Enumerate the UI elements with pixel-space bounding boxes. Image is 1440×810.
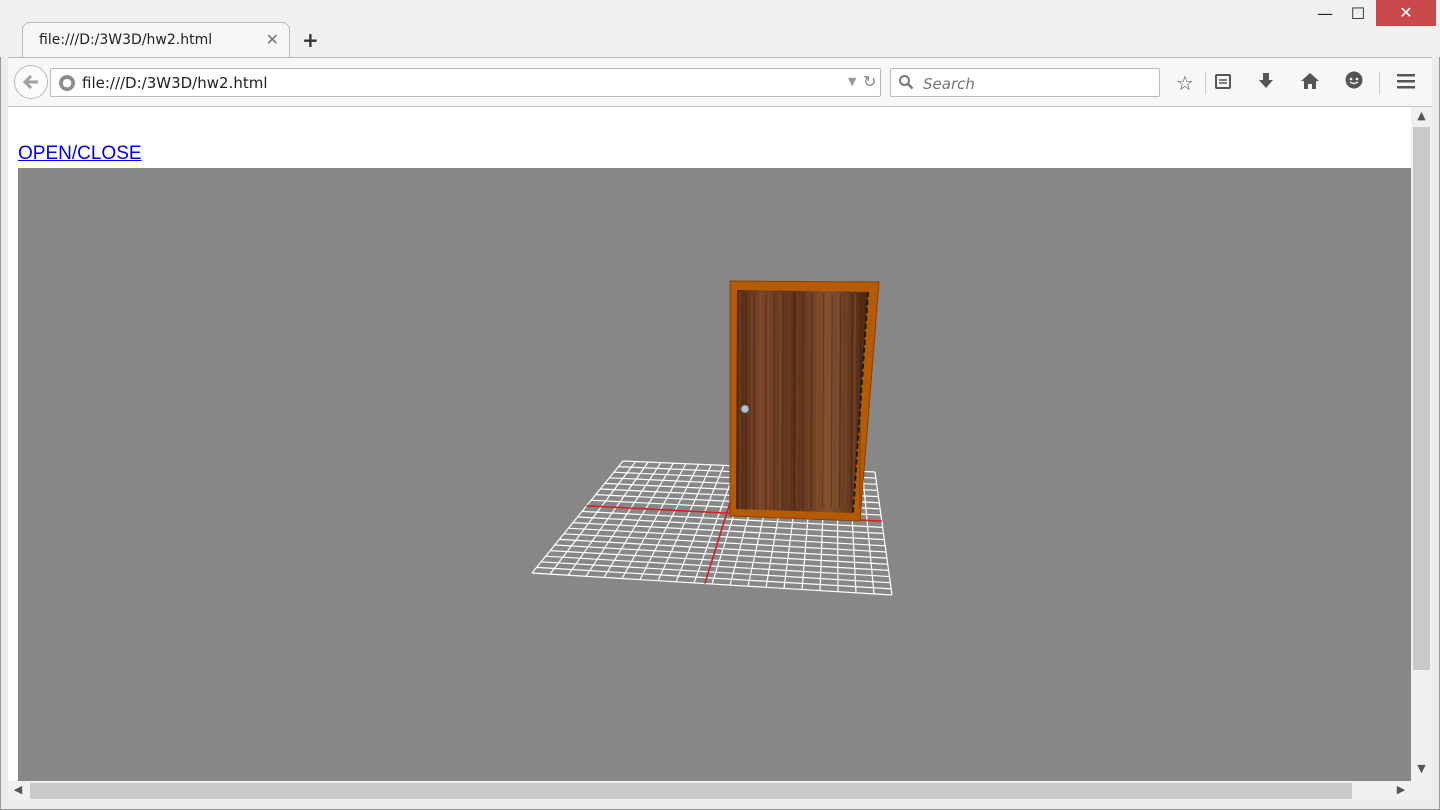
back-arrow-icon	[22, 74, 38, 90]
globe-icon: ●	[59, 75, 75, 91]
tab-strip: file:///D:/3W3D/hw2.html ✕ + — ☐ ✕	[0, 0, 1440, 58]
wood-grain-line	[793, 293, 796, 509]
reading-list-icon[interactable]	[1210, 70, 1236, 96]
menu-icon[interactable]	[1393, 70, 1419, 96]
tab-active[interactable]: file:///D:/3W3D/hw2.html ✕	[22, 22, 290, 58]
scroll-right-icon[interactable]: ▶	[1393, 783, 1409, 799]
wood-grain-line	[835, 293, 839, 509]
3d-scene[interactable]	[18, 168, 1411, 781]
tab-close-icon[interactable]: ✕	[266, 30, 279, 49]
download-icon[interactable]	[1253, 70, 1279, 96]
nav-toolbar: ● file:///D:/3W3D/hw2.html ▼ ↻ ☆	[8, 57, 1432, 107]
wood-grain-line	[815, 293, 819, 509]
scroll-up-icon[interactable]: ▲	[1411, 109, 1432, 125]
reload-icon[interactable]: ↻	[863, 72, 876, 91]
door[interactable]	[729, 280, 880, 522]
minimize-button[interactable]: —	[1310, 0, 1340, 28]
page-content: OPEN/CLOSE	[8, 107, 1411, 781]
vertical-scroll-thumb[interactable]	[1413, 127, 1430, 670]
wood-grain-line	[795, 293, 799, 509]
scroll-left-icon[interactable]: ◀	[10, 783, 26, 799]
url-bar[interactable]: ● file:///D:/3W3D/hw2.html ▼ ↻	[50, 68, 881, 97]
search-input[interactable]	[921, 73, 1155, 95]
maximize-button[interactable]: ☐	[1342, 0, 1374, 28]
tab-title: file:///D:/3W3D/hw2.html	[39, 32, 213, 48]
bookmark-star-icon[interactable]: ☆	[1172, 70, 1198, 96]
vertical-scrollbar[interactable]: ▲ ▼	[1411, 107, 1432, 781]
toolbar-separator	[1379, 72, 1380, 94]
dropdown-icon[interactable]: ▼	[848, 75, 856, 88]
search-icon	[899, 75, 914, 90]
home-icon[interactable]	[1297, 70, 1323, 96]
open-close-link[interactable]: OPEN/CLOSE	[18, 143, 142, 165]
new-tab-button[interactable]: +	[302, 28, 319, 52]
search-bar[interactable]	[890, 68, 1160, 97]
horizontal-scroll-thumb[interactable]	[30, 783, 1352, 799]
webgl-viewport[interactable]	[18, 168, 1411, 781]
toolbar-separator	[1205, 72, 1206, 94]
chat-icon[interactable]	[1341, 70, 1367, 96]
url-text[interactable]: file:///D:/3W3D/hw2.html	[82, 74, 268, 92]
back-button[interactable]	[14, 65, 48, 99]
scroll-down-icon[interactable]: ▼	[1411, 762, 1432, 778]
door-panel	[736, 290, 868, 513]
scrollbar-corner	[1411, 781, 1432, 801]
wood-grain-line	[787, 292, 790, 510]
horizontal-scrollbar[interactable]: ◀ ▶	[8, 781, 1411, 801]
close-window-button[interactable]: ✕	[1376, 0, 1436, 26]
door-knob[interactable]	[740, 404, 750, 414]
